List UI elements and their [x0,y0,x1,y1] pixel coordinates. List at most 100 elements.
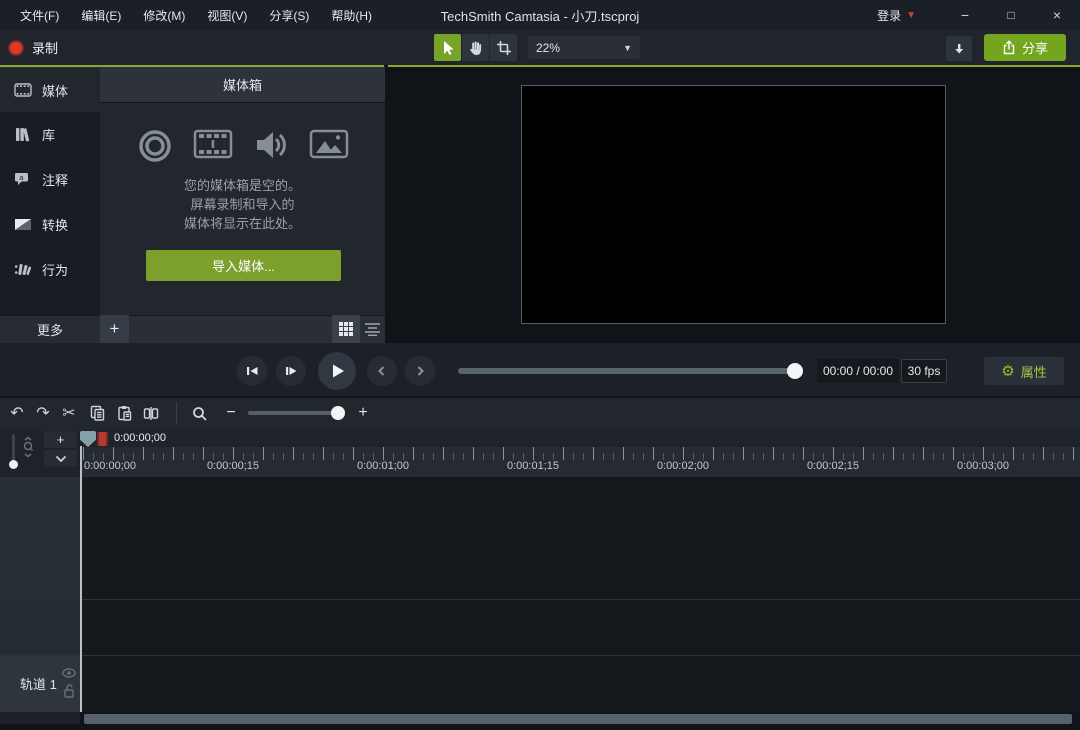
cut-button[interactable]: ✂ [56,400,82,426]
add-track-button[interactable]: + [44,431,77,448]
hand-icon [468,40,484,56]
next-marker-button[interactable] [405,356,435,386]
timeline-zoom-out-button[interactable]: − [220,400,242,426]
menu-modify[interactable]: 修改(M) [137,3,191,28]
media-icon [13,83,33,97]
track1-label: 轨道 1 [20,674,57,693]
menu-share[interactable]: 分享(S) [263,3,315,28]
scissors-icon: ✂ [62,403,75,423]
chevron-down-icon [55,455,67,463]
maximize-button[interactable]: □ [988,0,1034,30]
sign-in-button[interactable]: 登录 ▼ [877,7,916,24]
track-height-slider[interactable] [12,434,15,462]
track-visibility-toggle[interactable] [62,668,76,678]
fps-display: 30 fps [901,359,947,383]
ruler-label: 0:00:00;00 [84,460,136,472]
playhead-line[interactable] [80,446,82,712]
timeline-tracks[interactable] [0,477,1080,712]
ruler-label: 0:00:02;15 [807,460,859,472]
minimize-button[interactable]: − [942,0,988,30]
record-dot-icon [8,40,24,56]
redo-button[interactable]: ↷ [30,400,56,426]
chevron-down-icon: ▼ [906,10,916,21]
sidebar-item-behaviors[interactable]: 行为 [0,247,100,292]
menu-help[interactable]: 帮助(H) [325,3,378,28]
split-button[interactable] [138,400,164,426]
image-icon [309,128,349,164]
download-arrow-icon [952,42,966,56]
canvas-tools [434,34,517,61]
seek-slider[interactable] [458,368,800,374]
eye-icon [62,668,76,678]
sidebar-item-annotations[interactable]: a 注释 [0,157,100,202]
sidebar-more-button[interactable]: 更多 [0,315,100,343]
timeline-zoom-in-button[interactable]: + [352,400,374,426]
seek-slider-knob[interactable] [787,363,803,379]
sidebar-item-media[interactable]: 媒体 [0,67,100,112]
lock-open-icon [63,684,75,698]
close-button[interactable]: × [1034,0,1080,30]
sidebar-item-transitions[interactable]: 转换 [0,202,100,247]
audio-icon [253,128,289,164]
playhead-time: 0:00:00;00 [114,432,166,444]
select-tool-button[interactable] [434,34,461,61]
track-lock-toggle[interactable] [63,684,75,698]
camtasia-window: 文件(F) 编辑(E) 修改(M) 视图(V) 分享(S) 帮助(H) Tech… [0,0,1080,730]
previous-frame-button[interactable] [237,356,267,386]
copy-button[interactable] [84,400,110,426]
previous-marker-button[interactable] [367,356,397,386]
media-bin-title: 媒体箱 [100,67,385,103]
filmstrip-icon [193,128,233,164]
play-button[interactable] [318,352,356,390]
menu-edit[interactable]: 编辑(E) [75,3,127,28]
step-back-icon [244,363,260,379]
pan-tool-button[interactable] [462,34,489,61]
menu-view[interactable]: 视图(V) [201,3,253,28]
sidebar-item-label: 库 [42,125,55,144]
split-icon [143,406,159,421]
share-button[interactable]: 分享 [984,34,1066,61]
undo-icon: ↶ [10,403,23,423]
library-icon [13,127,33,142]
timeline-zoom-button[interactable] [186,400,212,426]
properties-button[interactable]: ⚙ 属性 [984,357,1064,385]
crop-tool-button[interactable] [490,34,517,61]
paste-button[interactable] [111,400,137,426]
zoom-to-fit-icon[interactable] [21,436,35,458]
track-height-slider-knob[interactable] [9,460,18,469]
chevron-left-icon [375,364,389,378]
crop-icon [496,40,512,56]
share-icon [1002,40,1016,55]
preview-canvas[interactable] [521,85,946,324]
media-bin-empty-text: 您的媒体箱是空的。 屏幕录制和导入的 媒体将显示在此处。 [100,176,385,233]
playhead-end-marker[interactable] [97,432,108,446]
sidebar-item-label: 转换 [42,215,68,234]
timeline-horizontal-scrollbar[interactable] [84,714,1072,724]
step-forward-icon [283,363,299,379]
import-media-button[interactable]: 导入媒体... [146,250,341,281]
timeline-zoom-slider-knob[interactable] [331,406,345,420]
menu-bar: 文件(F) 编辑(E) 修改(M) 视图(V) 分享(S) 帮助(H) [0,3,378,28]
undo-button[interactable]: ↶ [4,400,30,426]
sidebar-item-label: 媒体 [42,81,68,100]
transition-icon [13,218,33,231]
cursor-icon [440,40,456,56]
redo-icon: ↷ [36,403,49,423]
media-bin-add-button[interactable]: + [100,315,129,343]
grid-view-button[interactable] [332,315,360,343]
menu-file[interactable]: 文件(F) [14,3,65,28]
copy-icon [90,405,105,421]
record-button[interactable]: 录制 [8,38,58,57]
chevron-down-icon: ▼ [623,43,632,53]
sidebar-item-library[interactable]: 库 [0,112,100,157]
ruler-label: 0:00:01;15 [507,460,559,472]
media-bin-empty-icons [100,128,385,164]
step-forward-button[interactable] [276,356,306,386]
canvas-zoom-dropdown[interactable]: 22% ▼ [528,36,640,59]
annotation-icon: a [13,172,33,187]
download-button[interactable] [946,36,972,61]
paste-icon [117,405,132,421]
list-view-button[interactable] [360,315,385,343]
track-options-button[interactable] [44,450,77,467]
title-bar: 文件(F) 编辑(E) 修改(M) 视图(V) 分享(S) 帮助(H) Tech… [0,0,1080,30]
